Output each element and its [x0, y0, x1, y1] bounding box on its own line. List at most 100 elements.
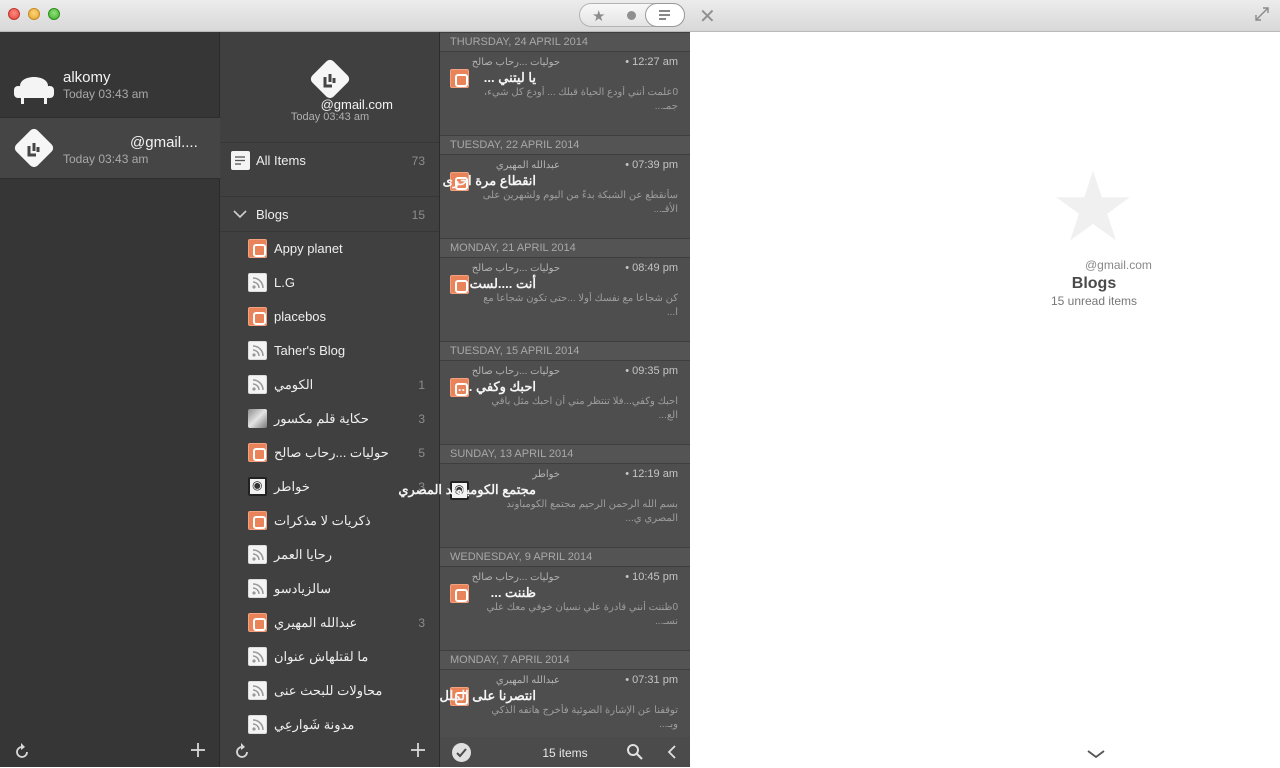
pen-image-icon: [248, 409, 267, 428]
article-item[interactable]: حوليات ...رحاب صالح • 09:35 pm احبك وكفي…: [440, 361, 690, 444]
feeds-sidebar: @gmail.com Today 03:43 am All Items 73 B…: [220, 32, 440, 767]
article-time: • 08:49 pm: [625, 262, 678, 274]
feed-label: Appy planet: [274, 241, 343, 256]
day-header: WEDNESDAY, 9 APRIL 2014: [440, 547, 690, 567]
article-excerpt: 0ظننت أنني قادرة علي نسيان خوفي معك علي …: [486, 602, 679, 627]
feed-label: عبدالله المهيري: [274, 615, 358, 630]
close-window-button[interactable]: [8, 8, 20, 20]
blogger-icon: [248, 443, 267, 462]
rss-icon: [248, 545, 267, 564]
feed-row[interactable]: حوليات ...رحاب صالح 5: [220, 436, 439, 470]
close-article-button[interactable]: ✕: [699, 4, 716, 29]
account-email: @gmail.com: [1085, 258, 1152, 272]
feed-label: مدونة شَوارعِي: [274, 717, 355, 732]
feed-row[interactable]: ما لقتلهاش عنوان: [220, 640, 439, 674]
article-title: انقطاع مرة اخرى: [442, 173, 536, 188]
feed-row[interactable]: ذكريات لا مذكرات: [220, 504, 439, 538]
article-title: احبك وكفي ....: [457, 379, 536, 394]
feed-row[interactable]: محاولات للبحث عنى: [220, 674, 439, 708]
refresh-icon: [236, 743, 248, 758]
article-source: حوليات ...رحاب صالح: [471, 366, 560, 377]
article-excerpt: احبك وكفي...فلا تنتظر مني أن احبك مثل با…: [491, 396, 678, 421]
refresh-accounts-button[interactable]: [12, 742, 32, 768]
article-title: انتصرنا على الملل وهذه مشكلة: [440, 688, 536, 703]
account-name: @gmail....: [130, 134, 198, 151]
feed-count: 1: [418, 378, 425, 392]
account-row-reeder[interactable]: alkomy Today 03:43 am: [0, 56, 220, 118]
unread-dot-icon[interactable]: [627, 11, 636, 20]
feed-row[interactable]: الكومي 1: [220, 368, 439, 402]
article-source: حوليات ...رحاب صالح: [471, 572, 560, 583]
rss-icon: [248, 579, 267, 598]
feeds-footer: [220, 736, 439, 767]
article-time: • 12:19 am: [625, 468, 678, 480]
feed-row[interactable]: L.G: [220, 266, 439, 300]
article-source: خواطر: [532, 469, 560, 480]
refresh-icon: [16, 743, 28, 758]
add-feed-button[interactable]: [408, 740, 428, 766]
feed-count: 5: [418, 446, 425, 460]
article-item[interactable]: عبدالله المهيري • 07:31 pm انتصرنا على ا…: [440, 670, 690, 737]
article-title: أنت ....لست: [469, 276, 536, 291]
article-source: حوليات ...رحاب صالح: [471, 57, 560, 68]
article-list: THURSDAY, 24 APRIL 2014 حوليات ...رحاب ص…: [398, 32, 690, 767]
day-header: TUESDAY, 15 APRIL 2014: [440, 341, 690, 361]
folder-label: Blogs: [256, 207, 289, 222]
article-excerpt: سأنقطع عن الشبكة بدءً من اليوم ولشهرين ع…: [482, 190, 678, 215]
chevron-down-icon[interactable]: [1086, 744, 1106, 765]
feed-label: Taher's Blog: [274, 343, 346, 358]
feedly-icon: [310, 59, 350, 99]
expand-arrows-icon[interactable]: [1254, 6, 1270, 22]
day-header: SUNDAY, 13 APRIL 2014: [440, 444, 690, 464]
feed-label: ذكريات لا مذكرات: [274, 513, 371, 528]
profile-sync-time: Today 03:43 am: [290, 111, 370, 123]
article-item[interactable]: حوليات ...رحاب صالح • 08:49 pm أنت ....ل…: [440, 258, 690, 341]
article-time: • 07:39 pm: [625, 159, 678, 171]
divider: [220, 142, 439, 143]
feed-count: 3: [418, 616, 425, 630]
blogger-icon: [450, 584, 469, 603]
search-icon: [627, 744, 643, 760]
star-icon[interactable]: ★: [592, 7, 605, 25]
chevron-down-icon[interactable]: [233, 209, 247, 219]
article-item[interactable]: عبدالله المهيري • 07:39 pm انقطاع مرة اخ…: [440, 155, 690, 238]
feed-label: خواطر: [274, 479, 310, 494]
feed-label: محاولات للبحث عنى: [274, 683, 383, 698]
rss-icon: [248, 273, 267, 292]
all-items-row[interactable]: All Items 73: [220, 144, 439, 178]
article-time: • 10:45 pm: [625, 571, 678, 583]
blogger-icon: [248, 239, 267, 258]
item-count: 15 items: [542, 746, 588, 760]
minimize-window-button[interactable]: [28, 8, 40, 20]
feed-row[interactable]: مدونة شَوارعِي: [220, 708, 439, 736]
feed-label: رحايا العمر: [274, 547, 332, 562]
article-item[interactable]: خواطر • 12:19 am مجتمع الكومباوند المصري…: [398, 464, 690, 547]
article-item[interactable]: حوليات ...رحاب صالح • 10:45 pm ظننت ... …: [440, 567, 690, 650]
list-lines-icon[interactable]: [645, 3, 685, 27]
feed-row[interactable]: Taher's Blog: [220, 334, 439, 368]
article-list-footer: 15 items: [440, 737, 690, 767]
rss-icon: [248, 375, 267, 394]
article-source: عبدالله المهيري: [495, 675, 560, 686]
account-row-feedly[interactable]: @gmail.... Today 03:43 am: [0, 117, 220, 179]
article-title: ظننت ...: [490, 585, 536, 600]
feed-row[interactable]: Appy planet: [220, 232, 439, 266]
feed-row[interactable]: رحايا العمر: [220, 538, 439, 572]
zoom-window-button[interactable]: [48, 8, 60, 20]
add-account-button[interactable]: [188, 740, 208, 766]
feed-row[interactable]: سالزيادسو: [220, 572, 439, 606]
rss-icon: [248, 341, 267, 360]
feed-row[interactable]: عبدالله المهيري 3: [220, 606, 439, 640]
search-button[interactable]: [626, 743, 644, 766]
refresh-feeds-button[interactable]: [232, 742, 252, 768]
day-header: MONDAY, 7 APRIL 2014: [440, 650, 690, 670]
feed-row[interactable]: placebos: [220, 300, 439, 334]
folder-row-blogs[interactable]: Blogs 15: [220, 198, 439, 232]
article-item[interactable]: حوليات ...رحاب صالح • 12:27 am يا ليتني …: [440, 52, 690, 135]
feed-label: ما لقتلهاش عنوان: [274, 649, 369, 664]
collapse-list-button[interactable]: [667, 745, 677, 764]
feed-row[interactable]: حكاية قلم مكسور 3: [220, 402, 439, 436]
blogger-icon: [248, 511, 267, 530]
article-detail-pane: ★ @gmail.com Blogs 15 unread items: [690, 32, 1280, 767]
plus-icon: [411, 743, 425, 757]
